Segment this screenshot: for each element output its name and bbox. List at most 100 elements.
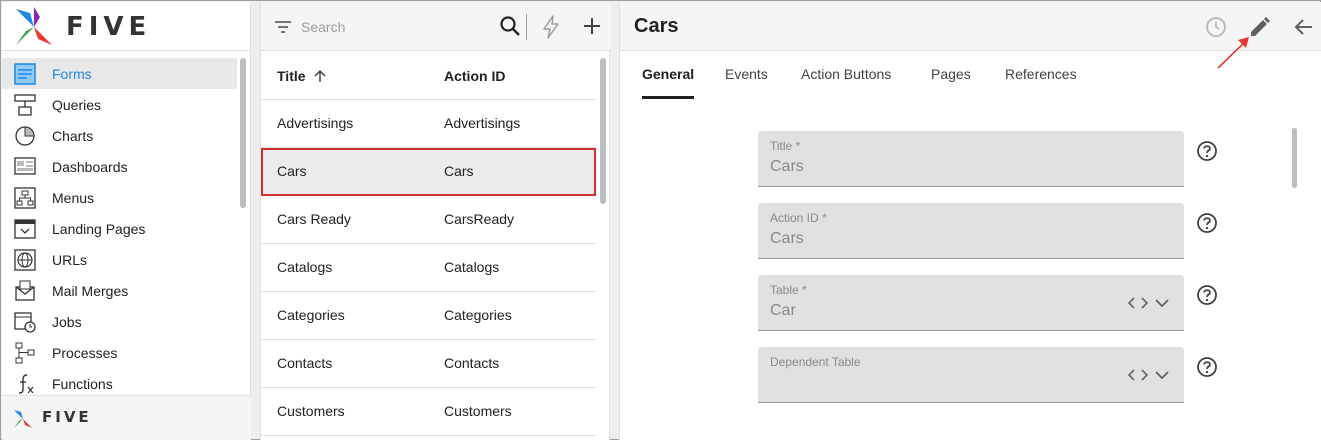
title-field[interactable]: Title * Cars bbox=[758, 131, 1184, 187]
row-action-id: Contacts bbox=[444, 355, 500, 371]
detail-panel: Cars General Events Action Buttons Pages bbox=[619, 2, 1321, 440]
row-title: Customers bbox=[277, 403, 345, 419]
tab-pages[interactable]: Pages bbox=[931, 66, 971, 82]
five-logo-icon bbox=[14, 410, 32, 428]
field-label: Action ID * bbox=[770, 211, 827, 225]
dashboards-icon bbox=[12, 154, 37, 179]
sidebar-item-urls[interactable]: URLs bbox=[2, 244, 237, 275]
sidebar-item-label: Queries bbox=[52, 96, 102, 113]
sidebar-item-label: Forms bbox=[52, 65, 92, 82]
action-id-field[interactable]: Action ID * Cars bbox=[758, 203, 1184, 259]
sidebar-item-landing-pages[interactable]: Landing Pages bbox=[2, 213, 237, 244]
sidebar-item-label: Landing Pages bbox=[52, 220, 146, 237]
tab-general[interactable]: General bbox=[642, 66, 694, 82]
brand-name: FIVE bbox=[66, 12, 152, 42]
functions-icon bbox=[12, 371, 37, 396]
detail-title: Cars bbox=[634, 15, 679, 37]
detail-scrollbar[interactable] bbox=[1292, 128, 1297, 188]
jobs-icon bbox=[12, 309, 37, 334]
column-header-title[interactable]: Title bbox=[277, 68, 306, 84]
field-value: Cars bbox=[770, 158, 804, 175]
filter-icon[interactable] bbox=[273, 17, 293, 37]
sidebar-item-label: Mail Merges bbox=[52, 282, 129, 299]
active-tab-indicator bbox=[642, 96, 694, 99]
sidebar-item-queries[interactable]: Queries bbox=[2, 89, 237, 120]
row-action-id: Advertisings bbox=[444, 115, 521, 131]
sidebar-item-mail-merges[interactable]: Mail Merges bbox=[2, 275, 237, 306]
list-toolbar bbox=[261, 2, 611, 51]
sidebar-item-processes[interactable]: Processes bbox=[2, 337, 237, 368]
landing-pages-icon bbox=[12, 216, 37, 241]
field-value: Cars bbox=[770, 230, 804, 247]
table-row[interactable]: Catalogs Catalogs bbox=[261, 244, 596, 292]
row-title: Contacts bbox=[277, 355, 333, 371]
sidebar-item-label: Processes bbox=[52, 344, 118, 361]
help-icon[interactable] bbox=[1196, 356, 1218, 378]
sidebar-item-label: Dashboards bbox=[52, 158, 128, 175]
sidebar: FIVE Forms Queries Charts Dashboards Men… bbox=[2, 2, 251, 440]
list-scrollbar[interactable] bbox=[600, 58, 606, 204]
sidebar-item-label: Charts bbox=[52, 127, 94, 144]
help-icon[interactable] bbox=[1196, 284, 1218, 306]
row-title: Catalogs bbox=[277, 259, 333, 275]
sidebar-footer: FIVE bbox=[2, 395, 251, 440]
sidebar-item-charts[interactable]: Charts bbox=[2, 120, 237, 151]
row-title: Categories bbox=[277, 307, 345, 323]
tab-references[interactable]: References bbox=[1005, 66, 1077, 82]
lightning-icon[interactable] bbox=[539, 14, 563, 40]
urls-icon bbox=[12, 247, 37, 272]
row-action-id: Customers bbox=[444, 403, 512, 419]
help-icon[interactable] bbox=[1196, 140, 1218, 162]
table-row-selected[interactable]: Cars Cars bbox=[261, 148, 596, 196]
sidebar-item-dashboards[interactable]: Dashboards bbox=[2, 151, 237, 182]
sidebar-item-label: Menus bbox=[52, 189, 95, 206]
search-icon[interactable] bbox=[499, 15, 521, 37]
sidebar-scrollbar[interactable] bbox=[240, 58, 246, 208]
sidebar-item-label: URLs bbox=[52, 251, 88, 268]
sidebar-item-menus[interactable]: Menus bbox=[2, 182, 237, 213]
code-icon[interactable] bbox=[1128, 295, 1148, 311]
footer-brand-name: FIVE bbox=[42, 408, 92, 426]
app-window: FIVE Forms Queries Charts Dashboards Men… bbox=[0, 0, 1321, 440]
dependent-table-field[interactable]: Dependent Table bbox=[758, 347, 1184, 403]
logo: FIVE bbox=[2, 2, 251, 51]
table-row[interactable]: Cars Ready CarsReady bbox=[261, 196, 596, 244]
queries-icon bbox=[12, 92, 37, 117]
row-title: Advertisings bbox=[277, 115, 354, 131]
field-label: Dependent Table bbox=[770, 355, 861, 369]
field-label: Table * bbox=[770, 283, 807, 297]
list-header: Title Action ID bbox=[261, 52, 596, 100]
sidebar-item-jobs[interactable]: Jobs bbox=[2, 306, 237, 337]
column-header-action-id[interactable]: Action ID bbox=[444, 68, 505, 84]
sort-ascending-icon[interactable] bbox=[313, 68, 327, 84]
back-arrow-icon[interactable] bbox=[1292, 15, 1316, 39]
code-icon[interactable] bbox=[1128, 367, 1148, 383]
row-action-id: CarsReady bbox=[444, 211, 515, 227]
sidebar-item-label: Functions bbox=[52, 375, 113, 392]
add-icon[interactable] bbox=[581, 15, 603, 37]
table-row[interactable]: Customers Customers bbox=[261, 388, 596, 436]
row-action-id: Catalogs bbox=[444, 259, 500, 275]
chevron-down-icon[interactable] bbox=[1154, 295, 1170, 311]
row-action-id: Cars bbox=[444, 163, 474, 179]
table-row[interactable]: Contacts Contacts bbox=[261, 340, 596, 388]
field-label: Title * bbox=[770, 139, 801, 153]
help-icon[interactable] bbox=[1196, 212, 1218, 234]
row-title: Cars bbox=[277, 163, 307, 179]
sidebar-item-label: Jobs bbox=[52, 313, 82, 330]
tab-action-buttons[interactable]: Action Buttons bbox=[801, 66, 891, 82]
table-field[interactable]: Table * Car bbox=[758, 275, 1184, 331]
sidebar-nav: Forms Queries Charts Dashboards Menus La… bbox=[2, 58, 237, 399]
charts-icon bbox=[12, 123, 37, 148]
table-row[interactable]: Categories Categories bbox=[261, 292, 596, 340]
list-rows: Advertisings Advertisings Cars Cars Cars… bbox=[261, 100, 596, 436]
mail-merges-icon bbox=[12, 278, 37, 303]
table-row[interactable]: Advertisings Advertisings bbox=[261, 100, 596, 148]
search-input[interactable] bbox=[301, 14, 491, 40]
tab-events[interactable]: Events bbox=[725, 66, 768, 82]
annotation-arrow-icon bbox=[1217, 37, 1249, 69]
chevron-down-icon[interactable] bbox=[1154, 367, 1170, 383]
row-action-id: Categories bbox=[444, 307, 512, 323]
toolbar-divider bbox=[526, 14, 527, 40]
sidebar-item-forms[interactable]: Forms bbox=[2, 58, 237, 89]
